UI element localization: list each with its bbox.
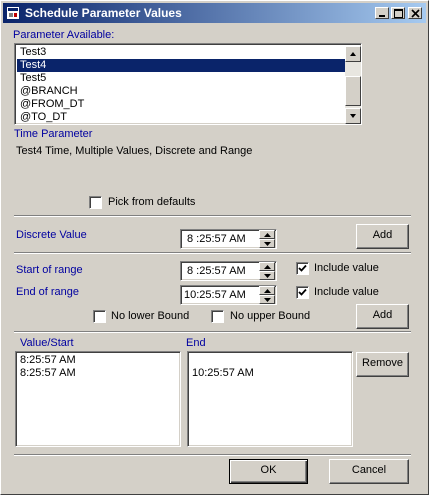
list-item[interactable]: @BRANCH: [17, 85, 345, 98]
discrete-value-spinner[interactable]: [259, 230, 275, 249]
spin-up-button[interactable]: [259, 262, 275, 271]
list-item-selected[interactable]: Test4: [17, 59, 345, 72]
start-of-range-label: Start of range: [16, 264, 83, 276]
end-include-value-label: Include value: [314, 286, 379, 298]
discrete-value-label: Discrete Value: [16, 229, 87, 241]
add-discrete-button[interactable]: Add: [356, 224, 409, 249]
app-icon: [7, 7, 19, 19]
end-of-range-label: End of range: [16, 286, 79, 298]
maximize-icon: [394, 9, 403, 18]
value-start-item[interactable]: 8:25:57 AM: [20, 367, 76, 380]
list-item[interactable]: Test3: [17, 46, 345, 59]
scroll-down-button[interactable]: [345, 108, 361, 124]
cancel-button[interactable]: Cancel: [329, 459, 409, 484]
end-of-range-spinner[interactable]: [259, 286, 275, 305]
end-of-range-field[interactable]: 10:25:57 AM: [180, 285, 277, 305]
close-button[interactable]: [408, 7, 422, 19]
arrow-down-icon: [264, 274, 271, 278]
arrow-up-icon: [264, 265, 271, 269]
no-lower-bound-checkbox[interactable]: [93, 310, 106, 323]
separator: [14, 454, 411, 456]
end-item[interactable]: [192, 354, 254, 367]
title-bar[interactable]: Schedule Parameter Values: [3, 3, 426, 23]
no-lower-bound-label: No lower Bound: [111, 310, 190, 322]
scroll-up-button[interactable]: [345, 46, 361, 62]
add-range-button[interactable]: Add: [356, 304, 409, 329]
checkmark-icon: [298, 264, 307, 272]
value-start-list[interactable]: 8:25:57 AM 8:25:57 AM: [15, 351, 181, 447]
no-upper-bound-label: No upper Bound: [230, 310, 311, 322]
pick-from-defaults-checkbox[interactable]: [89, 196, 102, 209]
list-item[interactable]: Test5: [17, 72, 345, 85]
scroll-thumb[interactable]: [345, 76, 361, 106]
minimize-icon: [379, 15, 385, 17]
end-header: End: [186, 337, 206, 349]
spin-up-button[interactable]: [259, 230, 275, 239]
end-list[interactable]: 10:25:57 AM: [187, 351, 353, 447]
spin-down-button[interactable]: [259, 295, 275, 304]
remove-button[interactable]: Remove: [356, 352, 409, 377]
separator: [14, 215, 411, 217]
arrow-down-icon: [264, 242, 271, 246]
arrow-down-icon: [350, 114, 356, 118]
time-parameter-label: Time Parameter: [14, 128, 93, 140]
parameter-list-items: Test3 Test4 Test5 @BRANCH @FROM_DT @TO_D…: [17, 46, 345, 124]
checkmark-icon: [298, 288, 307, 296]
list-item[interactable]: @FROM_DT: [17, 98, 345, 111]
maximize-button[interactable]: [391, 7, 405, 19]
value-start-header: Value/Start: [20, 337, 74, 349]
arrow-up-icon: [264, 233, 271, 237]
separator: [14, 252, 411, 254]
discrete-value-field[interactable]: 8 :25:57 AM: [180, 229, 277, 249]
window-title: Schedule Parameter Values: [25, 6, 182, 20]
arrow-down-icon: [264, 298, 271, 302]
spin-up-button[interactable]: [259, 286, 275, 295]
schedule-parameter-dialog: Schedule Parameter Values Parameter Avai…: [0, 0, 429, 495]
start-include-value-label: Include value: [314, 262, 379, 274]
time-parameter-description: Test4 Time, Multiple Values, Discrete an…: [16, 145, 253, 157]
arrow-up-icon: [350, 52, 356, 56]
list-item[interactable]: @TO_DT: [17, 111, 345, 124]
end-include-value-checkbox[interactable]: [296, 286, 309, 299]
no-upper-bound-checkbox[interactable]: [211, 310, 224, 323]
parameter-available-label: Parameter Available:: [13, 29, 115, 41]
start-include-value-checkbox[interactable]: [296, 262, 309, 275]
minimize-button[interactable]: [375, 7, 389, 19]
start-of-range-spinner[interactable]: [259, 262, 275, 281]
parameter-list-scrollbar[interactable]: [345, 46, 361, 124]
spin-down-button[interactable]: [259, 271, 275, 280]
start-of-range-field[interactable]: 8 :25:57 AM: [180, 261, 277, 281]
end-item[interactable]: 10:25:57 AM: [192, 367, 254, 380]
arrow-up-icon: [264, 289, 271, 293]
close-icon: [411, 9, 420, 18]
separator: [14, 331, 411, 333]
pick-from-defaults-label: Pick from defaults: [108, 196, 196, 208]
parameter-list[interactable]: Test3 Test4 Test5 @BRANCH @FROM_DT @TO_D…: [14, 43, 362, 125]
spin-down-button[interactable]: [259, 239, 275, 248]
ok-button[interactable]: OK: [229, 459, 308, 484]
value-start-item[interactable]: 8:25:57 AM: [20, 354, 76, 367]
